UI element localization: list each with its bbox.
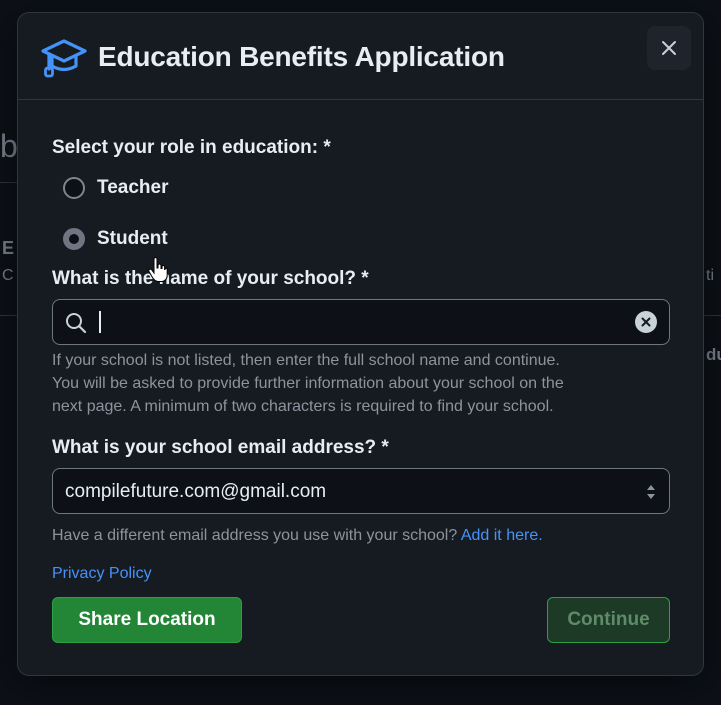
search-icon [66, 313, 87, 334]
clear-search-button[interactable] [635, 311, 657, 333]
background-divider [0, 315, 17, 316]
clear-icon [641, 317, 651, 327]
background-fragment-ti: ti [706, 267, 714, 284]
background-fragment-du: du [706, 345, 721, 364]
email-label: What is your school email address? * [52, 437, 389, 458]
school-name-label: What is the name of your school? * [52, 268, 369, 289]
continue-button[interactable]: Continue [547, 597, 670, 643]
email-help: Have a different email address you use w… [52, 524, 543, 547]
email-select-value: compilefuture.com@gmail.com [65, 481, 327, 502]
close-button[interactable] [647, 26, 691, 70]
background-divider [0, 182, 17, 183]
hand-cursor-icon [148, 257, 168, 282]
email-select[interactable]: compilefuture.com@gmail.com [52, 468, 670, 514]
role-label: Select your role in education: * [52, 137, 331, 158]
school-help-line: next page. A minimum of two characters i… [52, 398, 554, 415]
email-help-text: Have a different email address you use w… [52, 527, 458, 544]
dialog-title: Education Benefits Application [98, 41, 505, 72]
background-divider [704, 315, 721, 316]
privacy-policy-link[interactable]: Privacy Policy [52, 562, 152, 585]
dialog-header: Education Benefits Application [18, 13, 703, 100]
radio-student[interactable]: Student [63, 228, 168, 250]
school-help-text: If your school is not listed, then enter… [52, 349, 564, 418]
background-fragment-e: E [2, 238, 15, 258]
school-search-field[interactable] [52, 299, 670, 345]
radio-teacher[interactable]: Teacher [63, 177, 168, 199]
share-location-button[interactable]: Share Location [52, 597, 242, 643]
radio-teacher-button[interactable] [63, 177, 85, 199]
background-fragment-b: b [0, 128, 18, 164]
school-help-line: If your school is not listed, then enter… [52, 352, 560, 369]
radio-student-label: Student [97, 228, 168, 249]
radio-teacher-label: Teacher [97, 177, 169, 198]
close-icon [662, 41, 676, 55]
select-arrows-icon [647, 485, 655, 499]
education-benefits-dialog: Education Benefits Application Select yo… [17, 12, 704, 676]
school-search-input[interactable] [95, 308, 625, 336]
add-email-link[interactable]: Add it here. [461, 527, 543, 544]
school-help-line: You will be asked to provide further inf… [52, 375, 564, 392]
graduation-cap-icon [41, 39, 87, 78]
text-caret [99, 311, 101, 333]
background-fragment-c: C [2, 267, 14, 284]
radio-student-button[interactable] [63, 228, 85, 250]
